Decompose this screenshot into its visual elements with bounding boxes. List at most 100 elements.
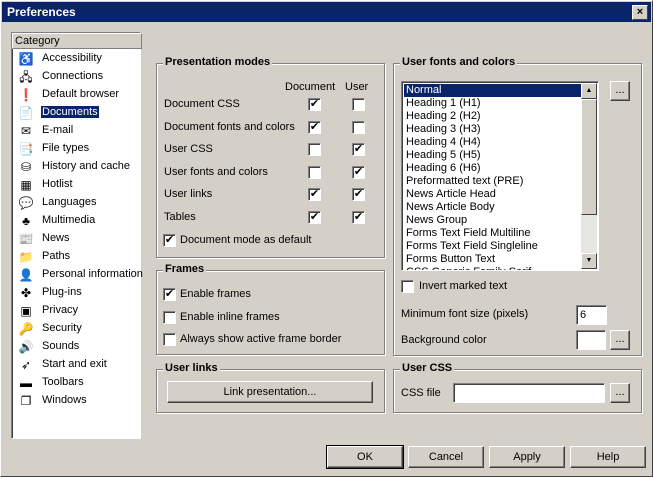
hotlist-icon: ▦ (20, 178, 32, 192)
font-style-item[interactable]: News Article Head (404, 188, 496, 201)
document-checkbox[interactable]: ✔ (308, 188, 321, 201)
font-style-item[interactable]: CSS Generic Family Serif (404, 266, 531, 270)
category-item[interactable]: ♣ Multimedia (14, 212, 138, 230)
font-style-item[interactable]: Heading 3 (H3) (404, 123, 481, 136)
category-item[interactable]: 💬 Languages (14, 194, 138, 212)
category-item-label: Sounds (42, 340, 80, 352)
accessibility-icon: ♿ (18, 52, 34, 66)
font-style-item[interactable]: Forms Text Field Multiline (404, 227, 531, 240)
css-file-input[interactable] (453, 383, 605, 403)
font-style-item[interactable]: Forms Text Field Singleline (404, 240, 538, 253)
link-presentation-button[interactable]: Link presentation... (167, 381, 373, 403)
close-button[interactable]: × (632, 5, 648, 20)
font-style-item[interactable]: News Article Body (404, 201, 495, 214)
font-style-item[interactable]: News Group (404, 214, 467, 227)
font-style-item[interactable]: Normal (404, 84, 584, 97)
category-item[interactable]: ❗ Default browser (14, 86, 138, 104)
category-item[interactable]: ♿ Accessibility (14, 50, 138, 68)
category-item[interactable]: 📑 File types (14, 140, 138, 158)
category-item[interactable]: ▦ Hotlist (14, 176, 138, 194)
font-style-list[interactable]: Normal Heading 1 (H1) Heading 2 (H2) Headin… (401, 81, 599, 271)
ok-button[interactable]: OK (326, 445, 404, 469)
user-checkbox[interactable]: ✔ (352, 143, 365, 156)
document-checkbox[interactable]: ✔ (308, 120, 321, 134)
category-item[interactable]: ▣ Privacy (14, 302, 138, 320)
category-item-label: Connections (42, 70, 104, 82)
help-button[interactable]: Help (570, 446, 646, 468)
cancel-button[interactable]: Cancel (408, 446, 484, 468)
category-item-label: Toolbars (42, 376, 84, 388)
document-checkbox[interactable]: ✔ (308, 210, 321, 224)
presentation-row-label: User CSS (164, 143, 213, 155)
category-item[interactable]: ❐ Windows (14, 392, 138, 410)
user-checkbox[interactable]: ✔ (352, 165, 365, 179)
scroll-thumb[interactable] (581, 99, 597, 215)
font-style-item[interactable]: Heading 6 (H6) (404, 162, 481, 175)
column-document-header: Document (285, 81, 336, 93)
category-item[interactable]: 🔑 Security (14, 320, 138, 338)
category-header[interactable]: Category (12, 33, 142, 49)
scroll-down-arrow-icon[interactable]: ▼ (581, 253, 597, 269)
category-item-label: File types (42, 142, 90, 154)
category-item[interactable]: ➶ Start and exit (14, 356, 138, 374)
document-checkbox[interactable] (308, 143, 321, 156)
category-item-label: Accessibility (42, 52, 102, 64)
category-item-label: Multimedia (42, 214, 96, 226)
user-checkbox[interactable] (352, 98, 365, 111)
languages-icon: 💬 (18, 196, 34, 210)
user-checkbox[interactable] (352, 120, 365, 134)
min-font-size-label: Minimum font size (pixels) (401, 308, 529, 320)
font-style-item[interactable]: Heading 5 (H5) (404, 149, 481, 162)
document-checkbox[interactable]: ✔ (308, 98, 321, 111)
category-item[interactable]: ✤ Plug-ins (14, 284, 138, 302)
history-icon: ⛁ (20, 160, 32, 174)
font-style-browse-button[interactable]: ... (610, 81, 630, 101)
category-item-label: Documents (41, 106, 99, 118)
font-style-item[interactable]: Preformatted text (PRE) (404, 175, 523, 188)
category-item-label: Personal information (42, 268, 143, 280)
connections-icon: 🖧 (19, 70, 33, 84)
invert-marked-text-checkbox[interactable] (401, 280, 414, 293)
paths-icon: 📁 (18, 250, 34, 264)
window-title: Preferences (7, 5, 76, 19)
scroll-up-arrow-icon[interactable]: ▲ (581, 83, 597, 99)
category-item[interactable]: ✉ E-mail (14, 122, 138, 140)
document-checkbox[interactable] (308, 165, 321, 179)
category-item[interactable]: ▬ Toolbars (14, 374, 138, 392)
category-item[interactable]: 🔊 Sounds (14, 338, 138, 356)
windows-icon: ❐ (20, 394, 32, 408)
preferences-window: Preferences × Category ♿ Accessibility 🖧 Co… (0, 0, 653, 477)
font-style-item[interactable]: Heading 1 (H1) (404, 97, 481, 110)
apply-button[interactable]: Apply (489, 446, 565, 468)
user-checkbox[interactable]: ✔ (352, 188, 365, 201)
category-item[interactable]: 👤 Personal information (14, 266, 143, 284)
user-links-group: User links Link presentation... (156, 362, 385, 413)
frame-option-checkbox[interactable] (163, 333, 176, 346)
category-item[interactable]: ⛁ History and cache (14, 158, 138, 176)
background-color-label: Background color (401, 334, 487, 346)
category-item-label: History and cache (42, 160, 131, 172)
category-list[interactable]: Category ♿ Accessibility 🖧 Connections ❗ Defa… (11, 32, 143, 439)
background-color-browse-button[interactable]: ... (610, 330, 630, 350)
user-checkbox[interactable]: ✔ (352, 210, 365, 224)
category-item[interactable]: 📄 Documents (14, 104, 138, 122)
font-style-item[interactable]: Heading 2 (H2) (404, 110, 481, 123)
category-item[interactable]: 🖧 Connections (14, 68, 138, 86)
style-list-scrollbar[interactable]: ▲ ▼ (581, 83, 597, 269)
font-style-item[interactable]: Heading 4 (H4) (404, 136, 481, 149)
title-bar: Preferences × (2, 2, 651, 22)
news-icon: 📰 (18, 232, 34, 246)
css-file-browse-button[interactable]: ... (610, 383, 630, 403)
frame-option-checkbox[interactable]: ✔ (163, 288, 176, 301)
file-types-icon: 📑 (18, 142, 34, 156)
css-file-label: CSS file (401, 387, 441, 399)
font-style-item[interactable]: Forms Button Text (404, 253, 495, 266)
category-item-label: News (42, 232, 70, 244)
frame-option-checkbox[interactable] (163, 310, 176, 324)
category-item[interactable]: 📰 News (14, 230, 138, 248)
background-color-swatch[interactable] (576, 330, 606, 350)
document-mode-default-checkbox[interactable]: ✔ (163, 234, 176, 247)
min-font-size-input[interactable]: 6 (576, 305, 607, 325)
category-item[interactable]: 📁 Paths (14, 248, 138, 266)
frames-group: Frames ✔ Enable frames Enable inline frame… (156, 263, 385, 355)
